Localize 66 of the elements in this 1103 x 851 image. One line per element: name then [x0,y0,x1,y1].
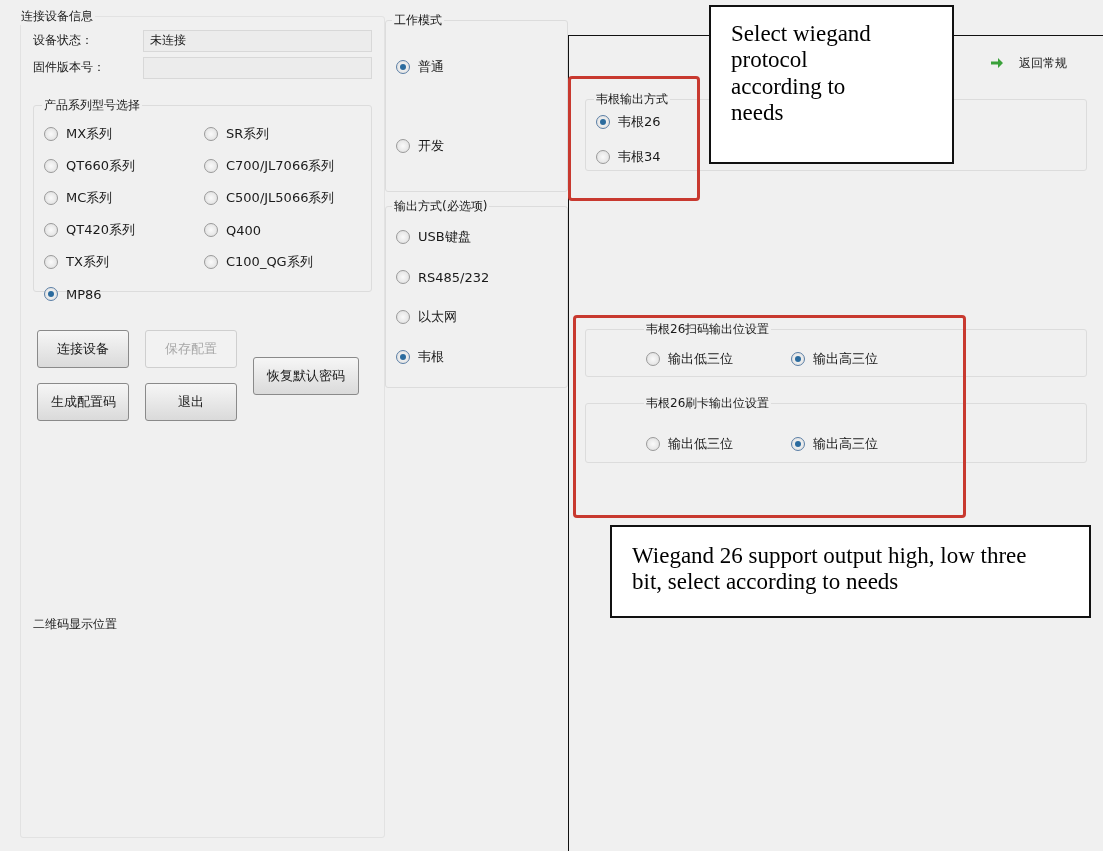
radio-label: 韦根26 [618,112,661,131]
radio-label: C700/JL7066系列 [226,157,335,175]
radio-label: RS485/232 [418,269,490,285]
radio-button[interactable] [791,437,805,451]
radio-label: MX系列 [66,125,113,143]
radio-button[interactable] [44,191,58,205]
radio-label: 输出高三位 [813,435,878,453]
radio-label: Q400 [226,222,262,238]
button[interactable]: 生成配置码 [37,383,129,421]
group-title: 韦根26刷卡输出位设置 [646,396,770,410]
button[interactable]: 连接设备 [37,330,129,368]
group-title: 韦根输出方式 [596,92,668,106]
radio-button[interactable] [204,159,218,173]
radio-button[interactable] [596,149,610,164]
radio-label: C100_QG系列 [226,253,313,271]
radio-button[interactable] [44,255,58,269]
input-field[interactable] [143,56,372,79]
radio-button[interactable] [44,223,58,237]
radio-button[interactable] [204,223,218,237]
arrow-right-icon [989,55,1005,71]
radio-button[interactable] [596,114,610,129]
group-title: 输出方式(必选项) [394,199,488,213]
field-label: 设备状态： [33,32,94,49]
radio-button[interactable] [44,159,58,173]
radio-label: QT420系列 [66,221,135,239]
qr-position-label: 二维码显示位置 [33,616,118,633]
radio-button[interactable] [204,191,218,205]
radio-button[interactable] [396,310,410,324]
group-title: 韦根26扫码输出位设置 [646,322,770,336]
radio-button[interactable] [646,437,660,451]
radio-button[interactable] [396,350,410,364]
radio-button[interactable] [396,230,410,244]
radio-label: MC系列 [66,189,113,207]
radio-button[interactable] [396,139,410,153]
radio-label: C500/JL5066系列 [226,189,335,207]
radio-button[interactable] [44,127,58,141]
radio-button[interactable] [44,287,58,301]
return-link[interactable]: 返回常规 [1019,54,1067,72]
radio-button[interactable] [204,255,218,269]
radio-label: 普通 [418,58,444,76]
callout-note: Select wiegand protocol according to needs [709,5,954,164]
group-title: 工作模式 [394,13,442,27]
radio-label: MP86 [66,286,102,302]
radio-label: 以太网 [418,308,457,326]
radio-label: 开发 [418,137,444,155]
radio-button[interactable] [396,270,410,284]
radio-label: USB键盘 [418,228,471,246]
radio-label: 输出低三位 [668,435,733,453]
radio-label: TX系列 [66,253,109,271]
callout-note: Wiegand 26 support output high, low three bit, select according to needs [610,525,1091,618]
field-label: 固件版本号： [33,59,106,76]
radio-label: 韦根 [418,348,444,366]
radio-label: 输出低三位 [668,350,733,368]
input-field[interactable]: 未连接 [143,29,372,52]
button[interactable]: 恢复默认密码 [253,356,359,395]
radio-label: 输出高三位 [813,350,878,368]
radio-label: QT660系列 [66,157,135,175]
group-title: 产品系列型号选择 [44,98,140,112]
radio-button[interactable] [396,60,410,74]
radio-label: SR系列 [226,125,270,143]
radio-button[interactable] [646,352,660,366]
radio-button[interactable] [204,127,218,141]
group-title: 连接设备信息 [21,9,93,23]
button[interactable]: 退出 [145,383,237,421]
radio-button[interactable] [791,352,805,366]
radio-label: 韦根34 [618,147,661,166]
